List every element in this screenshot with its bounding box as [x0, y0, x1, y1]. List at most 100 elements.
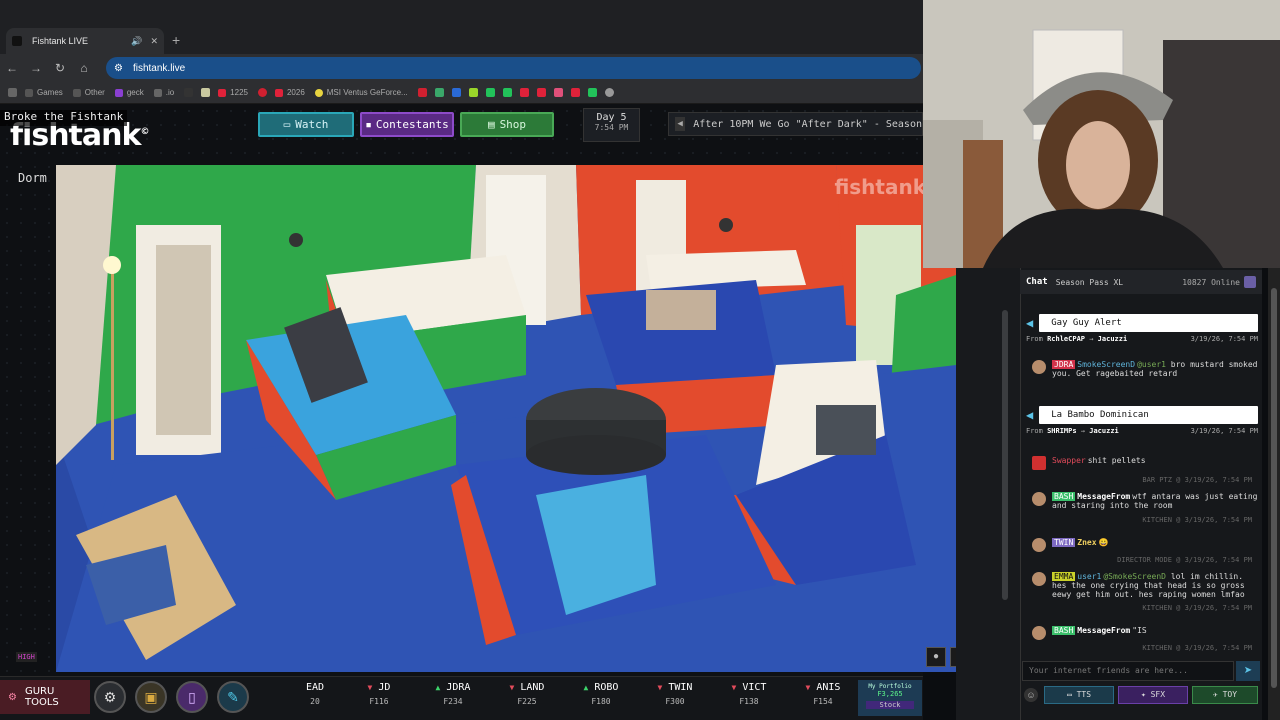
- contestant-tag: BASH: [1052, 492, 1076, 501]
- portfolio-widget[interactable]: My Portfolio F3,265 Stock: [858, 680, 922, 716]
- contestant-tag: BASH: [1052, 626, 1076, 635]
- sfx-button[interactable]: ✦ SFX: [1118, 686, 1188, 704]
- chat-username[interactable]: SmokeScreenD: [1077, 360, 1135, 369]
- bookmark-icon[interactable]: [201, 88, 211, 97]
- bookmark-1225[interactable]: 1225: [218, 88, 248, 97]
- ticker-item[interactable]: ▼ ANIS F154: [786, 682, 860, 716]
- nav-shop-button[interactable]: ▤ Shop: [460, 112, 554, 137]
- items-button[interactable]: ▯: [176, 681, 208, 713]
- scrollbar[interactable]: [1002, 310, 1008, 600]
- gear-icon: ⚙: [8, 691, 17, 703]
- youtube-icon[interactable]: [519, 88, 529, 97]
- avatar[interactable]: [1032, 626, 1046, 640]
- chat-username[interactable]: MessageFrom: [1077, 492, 1130, 501]
- tool-icon: ✎: [227, 688, 239, 705]
- toy-icon: ✈: [1212, 690, 1223, 699]
- send-icon[interactable]: ➤: [1236, 661, 1260, 681]
- github-icon[interactable]: [604, 88, 614, 97]
- toy-button[interactable]: ✈ TOY: [1192, 686, 1258, 704]
- tools-button[interactable]: ✎: [217, 681, 249, 713]
- emoji-picker-icon[interactable]: ☺: [1024, 688, 1038, 702]
- contestant-tag: JDRA: [1052, 360, 1076, 369]
- bookmark-msi[interactable]: MSI Ventus GeForce...: [314, 88, 408, 97]
- chat-title[interactable]: Chat: [1026, 277, 1048, 287]
- bookmark-icon[interactable]: [451, 88, 461, 97]
- chat-username[interactable]: MessageFrom: [1077, 626, 1130, 635]
- chat-username[interactable]: Znex: [1077, 538, 1096, 547]
- chat-settings-icon[interactable]: [1244, 276, 1256, 288]
- home-icon[interactable]: ⌂: [72, 61, 96, 75]
- tab-title: Fishtank LIVE: [32, 36, 89, 46]
- avatar[interactable]: [1032, 456, 1046, 470]
- ticker-item[interactable]: ▼ LAND F225: [490, 682, 564, 716]
- chat-username[interactable]: Swapper: [1052, 456, 1086, 465]
- tip-time: 3/19/26, 7:54 PM: [1190, 335, 1258, 343]
- portfolio-stock-button[interactable]: Stock: [866, 701, 914, 709]
- ticker-item[interactable]: ▼ VICT F138: [712, 682, 786, 716]
- nav-contestants-button[interactable]: ▪ Contestants: [360, 112, 454, 137]
- bookmark-2026[interactable]: 2026: [274, 88, 305, 97]
- bookmark-icon[interactable]: [184, 88, 194, 97]
- chat-scrollbar[interactable]: [1268, 268, 1280, 720]
- live-video-feed[interactable]: fishtank ● ⛶: [56, 165, 956, 672]
- dorm-room-scene: [56, 165, 956, 672]
- kick-icon[interactable]: [485, 88, 495, 97]
- reload-icon[interactable]: ↻: [48, 61, 72, 75]
- bookmark-io[interactable]: .io: [153, 88, 174, 97]
- youtube-icon: [274, 88, 283, 97]
- tip-text: La Bambo Dominican: [1039, 406, 1258, 424]
- chat-username[interactable]: user1: [1077, 572, 1101, 581]
- bookmark-icon[interactable]: [553, 88, 563, 97]
- announcement-ticker[interactable]: ◀ After 10PM We Go "After Dark" - Season: [668, 112, 923, 136]
- avatar[interactable]: [1032, 492, 1046, 506]
- folder-icon: [25, 88, 33, 97]
- ticker-item[interactable]: ▼ JD F116: [342, 682, 416, 716]
- tip-arrow-icon: ◀: [1026, 407, 1034, 422]
- location-stamp: KITCHEN @ 3/19/26, 7:54 PM: [1142, 644, 1252, 652]
- browser-tab[interactable]: Fishtank LIVE 🔊 ✕: [6, 28, 164, 54]
- chat-input[interactable]: Your internet friends are here...: [1022, 661, 1234, 681]
- chat-message: BASH MessageFrom wtf antara was just eatin…: [1026, 492, 1258, 510]
- site-info-icon[interactable]: ⚙: [114, 63, 123, 74]
- quality-badge[interactable]: HIGH: [16, 652, 37, 662]
- apps-icon[interactable]: [8, 88, 17, 97]
- avatar[interactable]: [1032, 538, 1046, 552]
- guru-tools-button[interactable]: ⚙ GURU TOOLS: [0, 680, 90, 714]
- avatar[interactable]: [1032, 572, 1046, 586]
- new-tab-button[interactable]: +: [172, 32, 180, 48]
- ticker-back-icon[interactable]: ◀: [675, 117, 686, 131]
- bookmark-icon[interactable]: [434, 88, 444, 97]
- inventory-button[interactable]: ▣: [135, 681, 167, 713]
- fullscreen-icon[interactable]: ●: [926, 647, 946, 667]
- youtube-icon[interactable]: [570, 88, 580, 97]
- ticker-item[interactable]: EAD 20: [288, 682, 342, 716]
- broke-banner: Broke the Fishtank: [0, 110, 128, 126]
- nav-watch-button[interactable]: ▭ Watch: [258, 112, 354, 137]
- settings-gear-button[interactable]: ⚙: [94, 681, 126, 713]
- avatar[interactable]: [1032, 360, 1046, 374]
- season-pass-label[interactable]: Season Pass XL: [1056, 278, 1183, 287]
- bookmark-icon[interactable]: [468, 88, 478, 97]
- ticker-item[interactable]: ▲ ROBO F180: [564, 682, 638, 716]
- ticker-item[interactable]: ▼ TWIN F300: [638, 682, 712, 716]
- tts-button[interactable]: ▭ TTS: [1044, 686, 1114, 704]
- bookmark-icon[interactable]: [257, 88, 267, 97]
- youtube-icon[interactable]: [536, 88, 546, 97]
- forward-icon[interactable]: →: [24, 61, 48, 75]
- location-stamp: KITCHEN @ 3/19/26, 7:54 PM: [1142, 516, 1252, 524]
- chat-message: EMMA user1 @SmokeScreenD lol im chillin. h…: [1026, 572, 1258, 599]
- tip-message: ◀ Gay Guy Alert From RchleCPAP → Jacuzzi…: [1026, 314, 1258, 343]
- ticker-item[interactable]: ▲ JDRA F234: [416, 682, 490, 716]
- down-arrow-icon: ▼: [367, 683, 373, 692]
- bookmark-games[interactable]: Games: [25, 88, 63, 97]
- bookmark-icon[interactable]: [417, 88, 427, 97]
- bookmark-geck[interactable]: geck: [114, 88, 144, 97]
- back-icon[interactable]: ←: [0, 61, 24, 75]
- kick-icon[interactable]: [502, 88, 512, 97]
- kick-icon[interactable]: [587, 88, 597, 97]
- address-bar[interactable]: ⚙ fishtank.live: [106, 57, 921, 79]
- bookmark-other[interactable]: Other: [72, 88, 105, 97]
- speaker-icon[interactable]: 🔊: [131, 36, 142, 47]
- url-text: fishtank.live: [132, 62, 186, 74]
- close-tab-icon[interactable]: ✕: [150, 36, 158, 47]
